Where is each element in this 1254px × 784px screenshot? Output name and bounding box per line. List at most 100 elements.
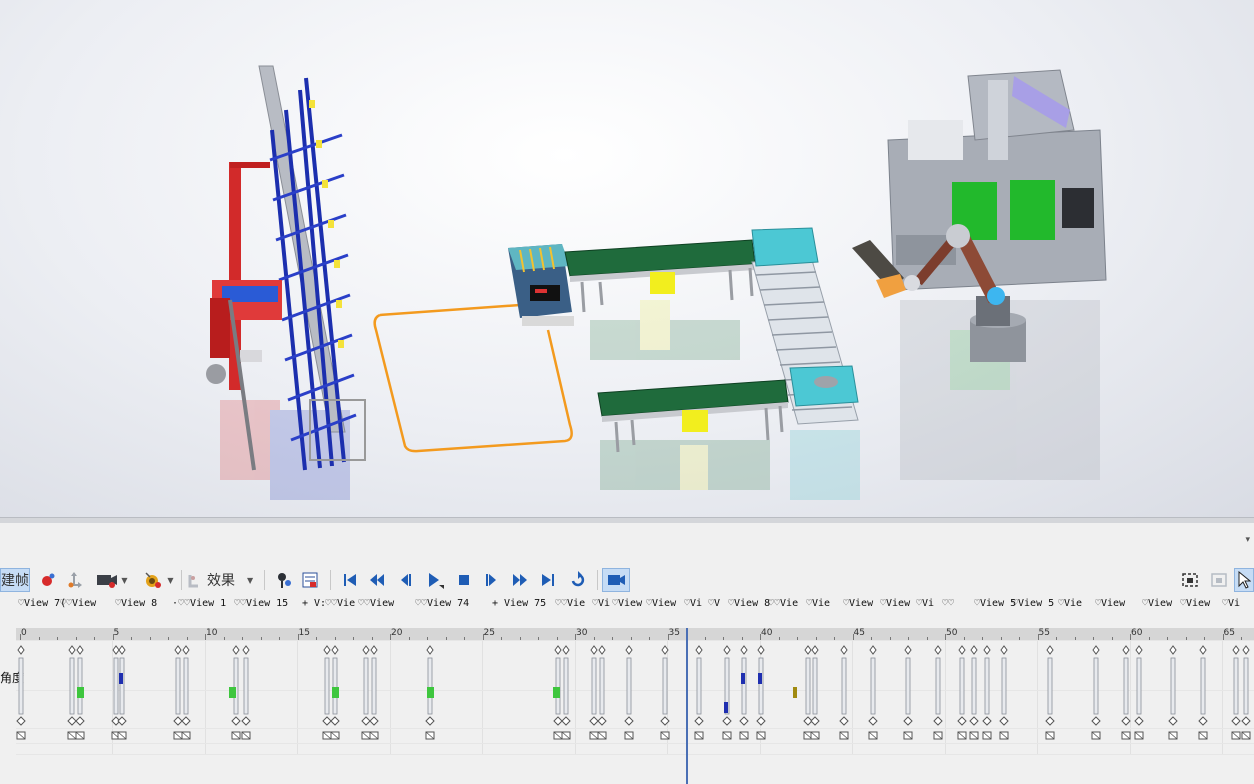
view-label[interactable]: ♡View 8 — [115, 598, 157, 609]
view-label[interactable]: ♡View — [612, 598, 642, 609]
camera-dropdown[interactable]: ▼ — [92, 568, 132, 592]
keyframe-marker[interactable] — [111, 645, 121, 740]
view-label[interactable]: ♡Vi — [684, 598, 702, 609]
keyframe-marker[interactable] — [589, 645, 599, 740]
keyframe-marker[interactable] — [839, 645, 849, 740]
fast-forward-icon[interactable] — [508, 568, 532, 592]
view-label[interactable]: ♡Vie — [1058, 598, 1082, 609]
filter-key-icon[interactable] — [272, 568, 296, 592]
timeline-tracks[interactable] — [0, 640, 1254, 760]
view-label[interactable]: ♡View — [843, 598, 873, 609]
keyframe-marker[interactable] — [1231, 645, 1241, 740]
keyframe-marker[interactable] — [933, 645, 943, 740]
keyframe-marker[interactable] — [1198, 645, 1208, 740]
view-label[interactable]: ♡♡Vie — [768, 598, 798, 609]
keyframe-lane[interactable] — [0, 640, 1254, 760]
view-label[interactable]: ♡Vi — [1222, 598, 1240, 609]
colored-key-segment[interactable] — [741, 673, 745, 684]
keyframe-marker[interactable] — [903, 645, 913, 740]
keyframe-marker[interactable] — [982, 645, 992, 740]
view-label[interactable]: ♡♡ — [942, 598, 954, 609]
play-icon[interactable] — [422, 568, 448, 592]
view-label[interactable]: ♡Vie — [806, 598, 830, 609]
colored-key-segment[interactable] — [724, 702, 728, 713]
step-forward-icon[interactable] — [480, 568, 504, 592]
view-label[interactable]: ♡♡Vie — [555, 598, 585, 609]
keyframe-marker[interactable] — [322, 645, 332, 740]
view-label[interactable]: ♡Vi — [916, 598, 934, 609]
view-label[interactable]: + V: — [302, 598, 326, 609]
keyframe-marker[interactable] — [67, 645, 77, 740]
view-label[interactable]: + View 75 — [492, 598, 546, 609]
view-label[interactable]: ♡Vi — [592, 598, 610, 609]
keyframe-marker[interactable] — [181, 645, 191, 740]
camera-view-icon[interactable] — [602, 568, 630, 592]
record-key-icon[interactable] — [36, 568, 60, 592]
colored-key-segment[interactable] — [229, 687, 236, 698]
effects-dropdown[interactable]: 效果 ▼ — [186, 568, 258, 592]
keyframe-marker[interactable] — [969, 645, 979, 740]
keyframe-marker[interactable] — [173, 645, 183, 740]
keyframe-marker[interactable] — [117, 645, 127, 740]
keyframe-marker[interactable] — [1121, 645, 1131, 740]
select-pointer-icon[interactable] — [1234, 568, 1254, 592]
keyframe-marker[interactable] — [868, 645, 878, 740]
move-arrows-icon[interactable] — [62, 568, 86, 592]
3d-viewport[interactable] — [0, 0, 1254, 517]
keyframe-marker[interactable] — [694, 645, 704, 740]
view-label[interactable]: ♡View 5 — [974, 598, 1016, 609]
keyframe-marker[interactable] — [660, 645, 670, 740]
view-label[interactable]: ♡♡View — [358, 598, 394, 609]
keyframe-marker[interactable] — [1045, 645, 1055, 740]
keyframe-marker[interactable] — [16, 645, 26, 740]
properties-icon[interactable] — [298, 568, 322, 592]
view-label[interactable]: ♡View 5 — [1012, 598, 1054, 609]
timeline-playhead[interactable] — [686, 628, 688, 784]
step-back-icon[interactable] — [393, 568, 417, 592]
colored-key-segment[interactable] — [119, 673, 123, 684]
colored-key-segment[interactable] — [793, 687, 797, 698]
loop-icon[interactable] — [565, 568, 591, 592]
rewind-icon[interactable] — [365, 568, 389, 592]
first-frame-icon[interactable] — [338, 568, 362, 592]
colored-key-segment[interactable] — [332, 687, 339, 698]
keyframe-marker[interactable] — [369, 645, 379, 740]
keyframe-marker[interactable] — [739, 645, 749, 740]
keyframe-marker[interactable] — [624, 645, 634, 740]
keyframe-marker[interactable] — [1091, 645, 1101, 740]
view-label[interactable]: ♡♡Vie — [325, 598, 355, 609]
keyframe-marker[interactable] — [803, 645, 813, 740]
fit-capture-icon[interactable] — [1177, 568, 1203, 592]
keyframe-marker[interactable] — [241, 645, 251, 740]
keyframe-marker[interactable] — [756, 645, 766, 740]
view-label[interactable]: ♡View — [880, 598, 910, 609]
explode-dropdown[interactable]: ▼ — [138, 568, 178, 592]
colored-key-segment[interactable] — [553, 687, 560, 698]
view-label[interactable]: ♡View — [646, 598, 676, 609]
colored-key-segment[interactable] — [77, 687, 84, 698]
keyframe-marker[interactable] — [810, 645, 820, 740]
keyframe-marker[interactable] — [1168, 645, 1178, 740]
view-label[interactable]: ·♡♡View 1 — [172, 598, 226, 609]
colored-key-segment[interactable] — [427, 687, 434, 698]
keyframe-marker[interactable] — [597, 645, 607, 740]
keyframe-marker[interactable] — [999, 645, 1009, 740]
view-label[interactable]: ♡View — [1142, 598, 1172, 609]
view-label[interactable]: ♡V — [708, 598, 720, 609]
view-label[interactable]: ♡View 8 — [728, 598, 770, 609]
view-label[interactable]: ♡♡View — [60, 598, 96, 609]
keyframe-marker[interactable] — [361, 645, 371, 740]
view-label[interactable]: ♡♡View 74 — [415, 598, 469, 609]
view-label[interactable]: ♡♡View 15 — [234, 598, 288, 609]
view-label[interactable]: ♡View — [1095, 598, 1125, 609]
keyframe-marker[interactable] — [957, 645, 967, 740]
keyframe-marker[interactable] — [1134, 645, 1144, 740]
collapse-icon[interactable]: ▾ — [1245, 535, 1250, 545]
view-label[interactable]: ♡View — [1180, 598, 1210, 609]
last-frame-icon[interactable] — [536, 568, 560, 592]
keyframe-marker[interactable] — [722, 645, 732, 740]
keyframe-button[interactable]: 建帧 — [0, 568, 30, 592]
keyframe-marker[interactable] — [561, 645, 571, 740]
stop-icon[interactable] — [452, 568, 476, 592]
colored-key-segment[interactable] — [758, 673, 762, 684]
